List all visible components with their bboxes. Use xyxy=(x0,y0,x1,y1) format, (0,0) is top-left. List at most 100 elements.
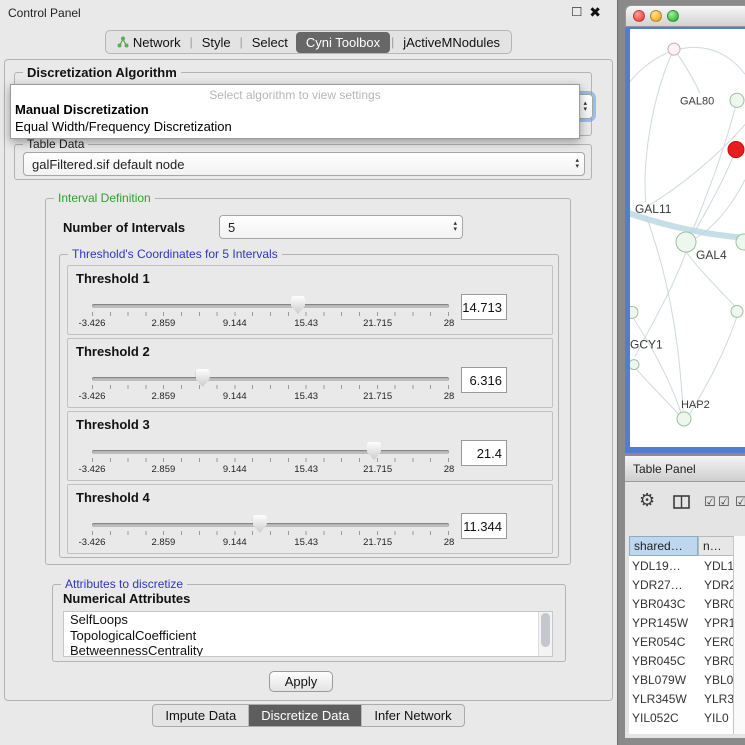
dropdown-option-manual-discretization[interactable]: Manual Discretization xyxy=(15,102,149,117)
threshold-4-slider[interactable] xyxy=(92,523,449,527)
checkbox-icon[interactable]: ☑ xyxy=(735,494,745,510)
control-panel-window: Control Panel □ ✖ Network | Style xyxy=(0,0,618,745)
thresholds-group: Threshold's Coordinates for 5 Intervals … xyxy=(59,254,559,558)
gear-icon[interactable]: ⚙ xyxy=(639,490,655,511)
num-intervals-combobox[interactable]: 5 ▴▾ xyxy=(219,215,463,239)
table-row[interactable]: YDL19…YDL1 xyxy=(629,556,741,575)
network-graph[interactable]: GAL80 GAL11 GAL4 GCY1 HAP2 xyxy=(630,29,745,447)
checkbox-icon[interactable]: ☑ xyxy=(718,494,730,510)
zoom-traffic-light[interactable] xyxy=(667,10,679,22)
table-scrollbar[interactable] xyxy=(733,536,745,734)
threshold-2-value-field[interactable]: 6.316 xyxy=(461,367,507,393)
table-row[interactable]: YBL079WYBL0 xyxy=(629,670,741,689)
node-hap2[interactable] xyxy=(677,412,691,426)
dropdown-option-equal-width[interactable]: Equal Width/Frequency Discretization xyxy=(15,119,232,134)
numerical-attributes-label: Numerical Attributes xyxy=(63,591,190,606)
threshold-label: Threshold 3 xyxy=(76,417,150,432)
network-window-frame: GAL80 GAL11 GAL4 GCY1 HAP2 xyxy=(625,27,745,453)
dropdown-placeholder: Select algorithm to view settings xyxy=(11,88,579,102)
node-gal4[interactable] xyxy=(676,232,696,252)
node-selected-red[interactable] xyxy=(728,142,744,158)
slider-scale: -3.426 2.859 9.144 15.43 21.715 28 xyxy=(92,537,449,548)
apply-button[interactable]: Apply xyxy=(269,671,333,692)
table-data-group: Table Data galFiltered.sif default node … xyxy=(14,144,592,180)
node[interactable] xyxy=(668,43,680,55)
float-window-icon[interactable]: □ xyxy=(572,4,581,20)
tab-impute-data[interactable]: Impute Data xyxy=(153,705,248,726)
list-item[interactable]: SelfLoops xyxy=(64,612,552,628)
top-tab-bar: Network | Style | Select Cyni Toolbox | … xyxy=(0,30,617,54)
num-intervals-label: Number of Intervals xyxy=(63,220,185,235)
node-label-hap2: HAP2 xyxy=(681,399,710,411)
group-title: Table Data xyxy=(23,137,88,151)
table-panel-body: ⚙ ☑ ☑ ☑ shared… n… YDL19…YDL1 YDR27…YDR2… xyxy=(625,482,745,738)
table-row[interactable]: YIL052CYIL0 xyxy=(629,708,741,727)
threshold-3-value-field[interactable]: 21.4 xyxy=(461,440,507,466)
threshold-2-slider[interactable] xyxy=(92,377,449,381)
tab-network[interactable]: Network xyxy=(109,33,189,52)
slider-ticks xyxy=(92,458,449,462)
combobox-value: galFiltered.sif default node xyxy=(32,157,184,172)
list-item[interactable]: TopologicalCoefficient xyxy=(64,628,552,644)
group-title: Threshold's Coordinates for 5 Intervals xyxy=(68,247,282,261)
stepper-icon[interactable]: ▴▾ xyxy=(583,101,587,113)
threshold-label: Threshold 2 xyxy=(76,344,150,359)
threshold-4-value-field[interactable]: 11.344 xyxy=(461,513,507,539)
tab-infer-network[interactable]: Infer Network xyxy=(361,705,463,726)
table-row[interactable]: YPR145WYPR1 xyxy=(629,613,741,632)
tab-jactivemodules[interactable]: jActiveMNodules xyxy=(395,33,508,52)
group-title: Discretization Algorithm xyxy=(23,65,181,80)
interval-definition-group: Interval Definition Number of Intervals … xyxy=(45,198,571,565)
list-item[interactable]: BetweennessCentrality xyxy=(64,643,552,657)
close-traffic-light[interactable] xyxy=(633,10,645,22)
node-label-gcy1: GCY1 xyxy=(630,338,663,352)
slider-scale: -3.426 2.859 9.144 15.43 21.715 28 xyxy=(92,391,449,402)
slider-scale: -3.426 2.859 9.144 15.43 21.715 28 xyxy=(92,318,449,329)
desktop: Control Panel □ ✖ Network | Style xyxy=(0,0,745,745)
top-tab-segment: Network | Style | Select Cyni Toolbox | … xyxy=(105,30,512,54)
threshold-1-value-field[interactable]: 14.713 xyxy=(461,294,507,320)
table-row[interactable]: YER054CYER0 xyxy=(629,632,741,651)
stepper-icon[interactable]: ▴▾ xyxy=(453,221,457,233)
table-panel-title: Table Panel xyxy=(633,462,696,476)
node[interactable] xyxy=(630,306,638,318)
list-scrollbar[interactable] xyxy=(538,612,552,656)
table-row[interactable]: YDR27…YDR2 xyxy=(629,575,741,594)
tab-cyni-toolbox[interactable]: Cyni Toolbox xyxy=(296,32,390,53)
window-title: Control Panel xyxy=(8,6,81,20)
slider-ticks xyxy=(92,531,449,535)
network-icon xyxy=(117,36,129,48)
checkbox-icon[interactable]: ☑ xyxy=(704,494,716,510)
combobox-value: 5 xyxy=(228,220,235,235)
tab-separator: | xyxy=(239,35,244,49)
column-header-shared-name[interactable]: shared… xyxy=(629,536,698,556)
node-gal80[interactable] xyxy=(730,93,744,107)
stepper-icon[interactable]: ▴▾ xyxy=(575,158,579,170)
bottom-tab-bar: Impute Data Discretize Data Infer Networ… xyxy=(0,704,617,727)
table-row[interactable]: YLR345WYLR3 xyxy=(629,689,741,708)
table-data-combobox[interactable]: galFiltered.sif default node ▴▾ xyxy=(23,152,585,176)
table-row[interactable]: YBR043CYBR0 xyxy=(629,594,741,613)
close-icon[interactable]: ✖ xyxy=(589,4,601,20)
slider-ticks xyxy=(92,312,449,316)
tab-select[interactable]: Select xyxy=(244,33,296,52)
threshold-3-slider[interactable] xyxy=(92,450,449,454)
network-window-titlebar[interactable] xyxy=(625,5,745,27)
table-row[interactable]: YBR045CYBR0 xyxy=(629,651,741,670)
node-gcy1[interactable] xyxy=(630,360,639,370)
tab-style[interactable]: Style xyxy=(194,33,239,52)
tab-discretize-data[interactable]: Discretize Data xyxy=(248,705,361,726)
tab-separator: | xyxy=(189,35,194,49)
algorithm-dropdown-popup: Select algorithm to view settings Manual… xyxy=(10,84,580,139)
minimize-traffic-light[interactable] xyxy=(650,10,662,22)
columns-icon[interactable] xyxy=(673,495,690,509)
node-label-gal11: GAL11 xyxy=(635,202,672,216)
network-canvas[interactable]: GAL80 GAL11 GAL4 GCY1 HAP2 xyxy=(630,29,745,447)
node[interactable] xyxy=(731,305,743,317)
threshold-3-panel: Threshold 3 -3.426 2.859 9.144 15.43 21.… xyxy=(67,411,553,481)
slider-scale: -3.426 2.859 9.144 15.43 21.715 28 xyxy=(92,464,449,475)
threshold-label: Threshold 4 xyxy=(76,490,150,505)
table-panel-header[interactable]: Table Panel xyxy=(625,455,745,482)
threshold-1-slider[interactable] xyxy=(92,304,449,308)
node-label-gal80: GAL80 xyxy=(680,95,714,107)
